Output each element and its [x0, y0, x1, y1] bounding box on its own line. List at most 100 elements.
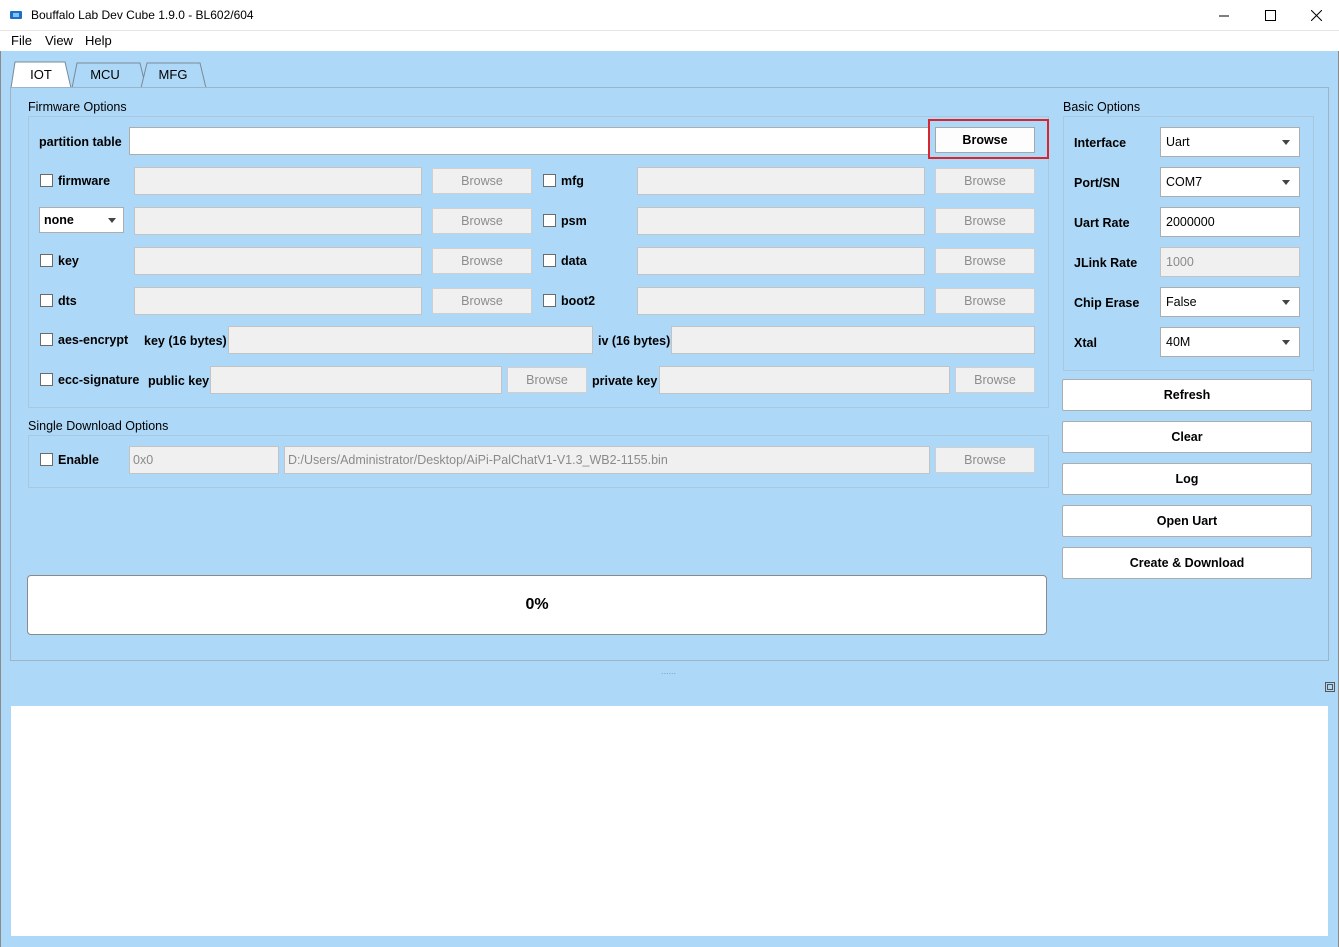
log-output[interactable]	[11, 706, 1328, 936]
chevron-down-icon	[1282, 340, 1290, 345]
progress-bar: 0%	[27, 575, 1047, 635]
menu-view[interactable]: View	[45, 33, 73, 48]
single-download-title: Single Download Options	[28, 419, 169, 433]
image-type-select[interactable]: none	[39, 207, 124, 233]
chip-erase-value: False	[1166, 295, 1197, 309]
mfg-label: mfg	[561, 174, 584, 188]
firmware-checkbox[interactable]	[40, 174, 53, 187]
menu-bar: File View Help	[0, 31, 1339, 51]
jlink-rate-label: JLink Rate	[1074, 256, 1138, 270]
basic-options-title: Basic Options	[1063, 100, 1141, 114]
mfg-input[interactable]	[637, 167, 925, 195]
firmware-input[interactable]	[134, 167, 422, 195]
interface-label: Interface	[1074, 136, 1127, 150]
minimize-button[interactable]	[1201, 0, 1247, 31]
data-label: data	[561, 254, 587, 268]
image-type-value: none	[44, 213, 74, 227]
app-icon	[10, 11, 22, 19]
private-key-browse-button[interactable]: Browse	[955, 367, 1035, 393]
bin-path-input[interactable]: D:/Users/Administrator/Desktop/AiPi-PalC…	[284, 446, 930, 474]
image-input[interactable]	[134, 207, 422, 235]
minimize-icon	[1218, 15, 1229, 17]
private-key-input[interactable]	[659, 366, 950, 394]
boot2-browse-button[interactable]: Browse	[935, 288, 1035, 314]
window-title: Bouffalo Lab Dev Cube 1.9.0 - BL602/604	[31, 8, 254, 22]
maximize-icon	[1264, 10, 1276, 21]
aes-iv-input[interactable]	[671, 326, 1035, 354]
mfg-browse-button[interactable]: Browse	[935, 168, 1035, 194]
psm-label: psm	[561, 214, 587, 228]
chip-erase-select[interactable]: False	[1160, 287, 1300, 317]
menu-file[interactable]: File	[11, 33, 32, 48]
xtal-value: 40M	[1166, 335, 1191, 349]
single-browse-button[interactable]: Browse	[935, 447, 1035, 473]
aes-encrypt-checkbox[interactable]	[40, 333, 53, 346]
maximize-button[interactable]	[1247, 0, 1293, 31]
psm-checkbox[interactable]	[543, 214, 556, 227]
boot2-checkbox[interactable]	[543, 294, 556, 307]
boot2-label: boot2	[561, 294, 596, 308]
chip-erase-label: Chip Erase	[1074, 296, 1140, 310]
chevron-down-icon	[108, 218, 116, 223]
public-key-input[interactable]	[210, 366, 502, 394]
firmware-browse-button[interactable]: Browse	[432, 168, 532, 194]
dock-float-icon[interactable]	[1325, 682, 1335, 692]
chevron-down-icon	[1282, 300, 1290, 305]
title-bar: Bouffalo Lab Dev Cube 1.9.0 - BL602/604	[0, 0, 1339, 31]
tab-mcu[interactable]: MCU	[78, 61, 132, 88]
clear-button[interactable]: Clear	[1062, 421, 1312, 453]
aes-iv-label: iv (16 bytes)	[598, 334, 671, 348]
boot2-input[interactable]	[637, 287, 925, 315]
enable-label: Enable	[58, 453, 99, 467]
key-checkbox[interactable]	[40, 254, 53, 267]
jlink-rate-value: 1000	[1166, 255, 1194, 269]
address-input[interactable]: 0x0	[129, 446, 279, 474]
uart-rate-label: Uart Rate	[1074, 216, 1130, 230]
interface-select[interactable]: Uart	[1160, 127, 1300, 157]
firmware-label: firmware	[58, 174, 111, 188]
port-select[interactable]: COM7	[1160, 167, 1300, 197]
chevron-down-icon	[1282, 140, 1290, 145]
tab-mfg[interactable]: MFG	[146, 61, 200, 88]
xtal-select[interactable]: 40M	[1160, 327, 1300, 357]
private-key-label: private key	[592, 374, 658, 388]
create-download-button[interactable]: Create & Download	[1062, 547, 1312, 579]
dts-label: dts	[58, 294, 77, 308]
interface-value: Uart	[1166, 135, 1190, 149]
ecc-signature-label: ecc-signature	[58, 373, 140, 387]
chevron-down-icon	[1282, 180, 1290, 185]
jlink-rate-input[interactable]: 1000	[1160, 247, 1300, 277]
aes-key-input[interactable]	[228, 326, 593, 354]
dts-browse-button[interactable]: Browse	[432, 288, 532, 314]
public-key-label: public key	[148, 374, 210, 388]
open-uart-button[interactable]: Open Uart	[1062, 505, 1312, 537]
ecc-signature-checkbox[interactable]	[40, 373, 53, 386]
refresh-button[interactable]: Refresh	[1062, 379, 1312, 411]
data-browse-button[interactable]: Browse	[935, 248, 1035, 274]
aes-key-label: key (16 bytes)	[144, 334, 227, 348]
image-browse-button[interactable]: Browse	[432, 208, 532, 234]
close-button[interactable]	[1293, 0, 1339, 31]
key-input[interactable]	[134, 247, 422, 275]
log-button[interactable]: Log	[1062, 463, 1312, 495]
dts-input[interactable]	[134, 287, 422, 315]
menu-help[interactable]: Help	[85, 33, 112, 48]
splitter-handle[interactable]: ......	[661, 666, 676, 676]
highlight-box	[928, 119, 1049, 159]
tab-iot[interactable]: IOT	[16, 61, 66, 88]
partition-table-input[interactable]	[129, 127, 929, 155]
key-label: key	[58, 254, 79, 268]
data-checkbox[interactable]	[543, 254, 556, 267]
xtal-label: Xtal	[1074, 336, 1097, 350]
public-key-browse-button[interactable]: Browse	[507, 367, 587, 393]
psm-input[interactable]	[637, 207, 925, 235]
mfg-checkbox[interactable]	[543, 174, 556, 187]
dts-checkbox[interactable]	[40, 294, 53, 307]
enable-checkbox[interactable]	[40, 453, 53, 466]
uart-rate-input[interactable]: 2000000	[1160, 207, 1300, 237]
close-icon	[1310, 10, 1322, 21]
progress-value: 0%	[525, 596, 549, 613]
data-input[interactable]	[637, 247, 925, 275]
key-browse-button[interactable]: Browse	[432, 248, 532, 274]
psm-browse-button[interactable]: Browse	[935, 208, 1035, 234]
